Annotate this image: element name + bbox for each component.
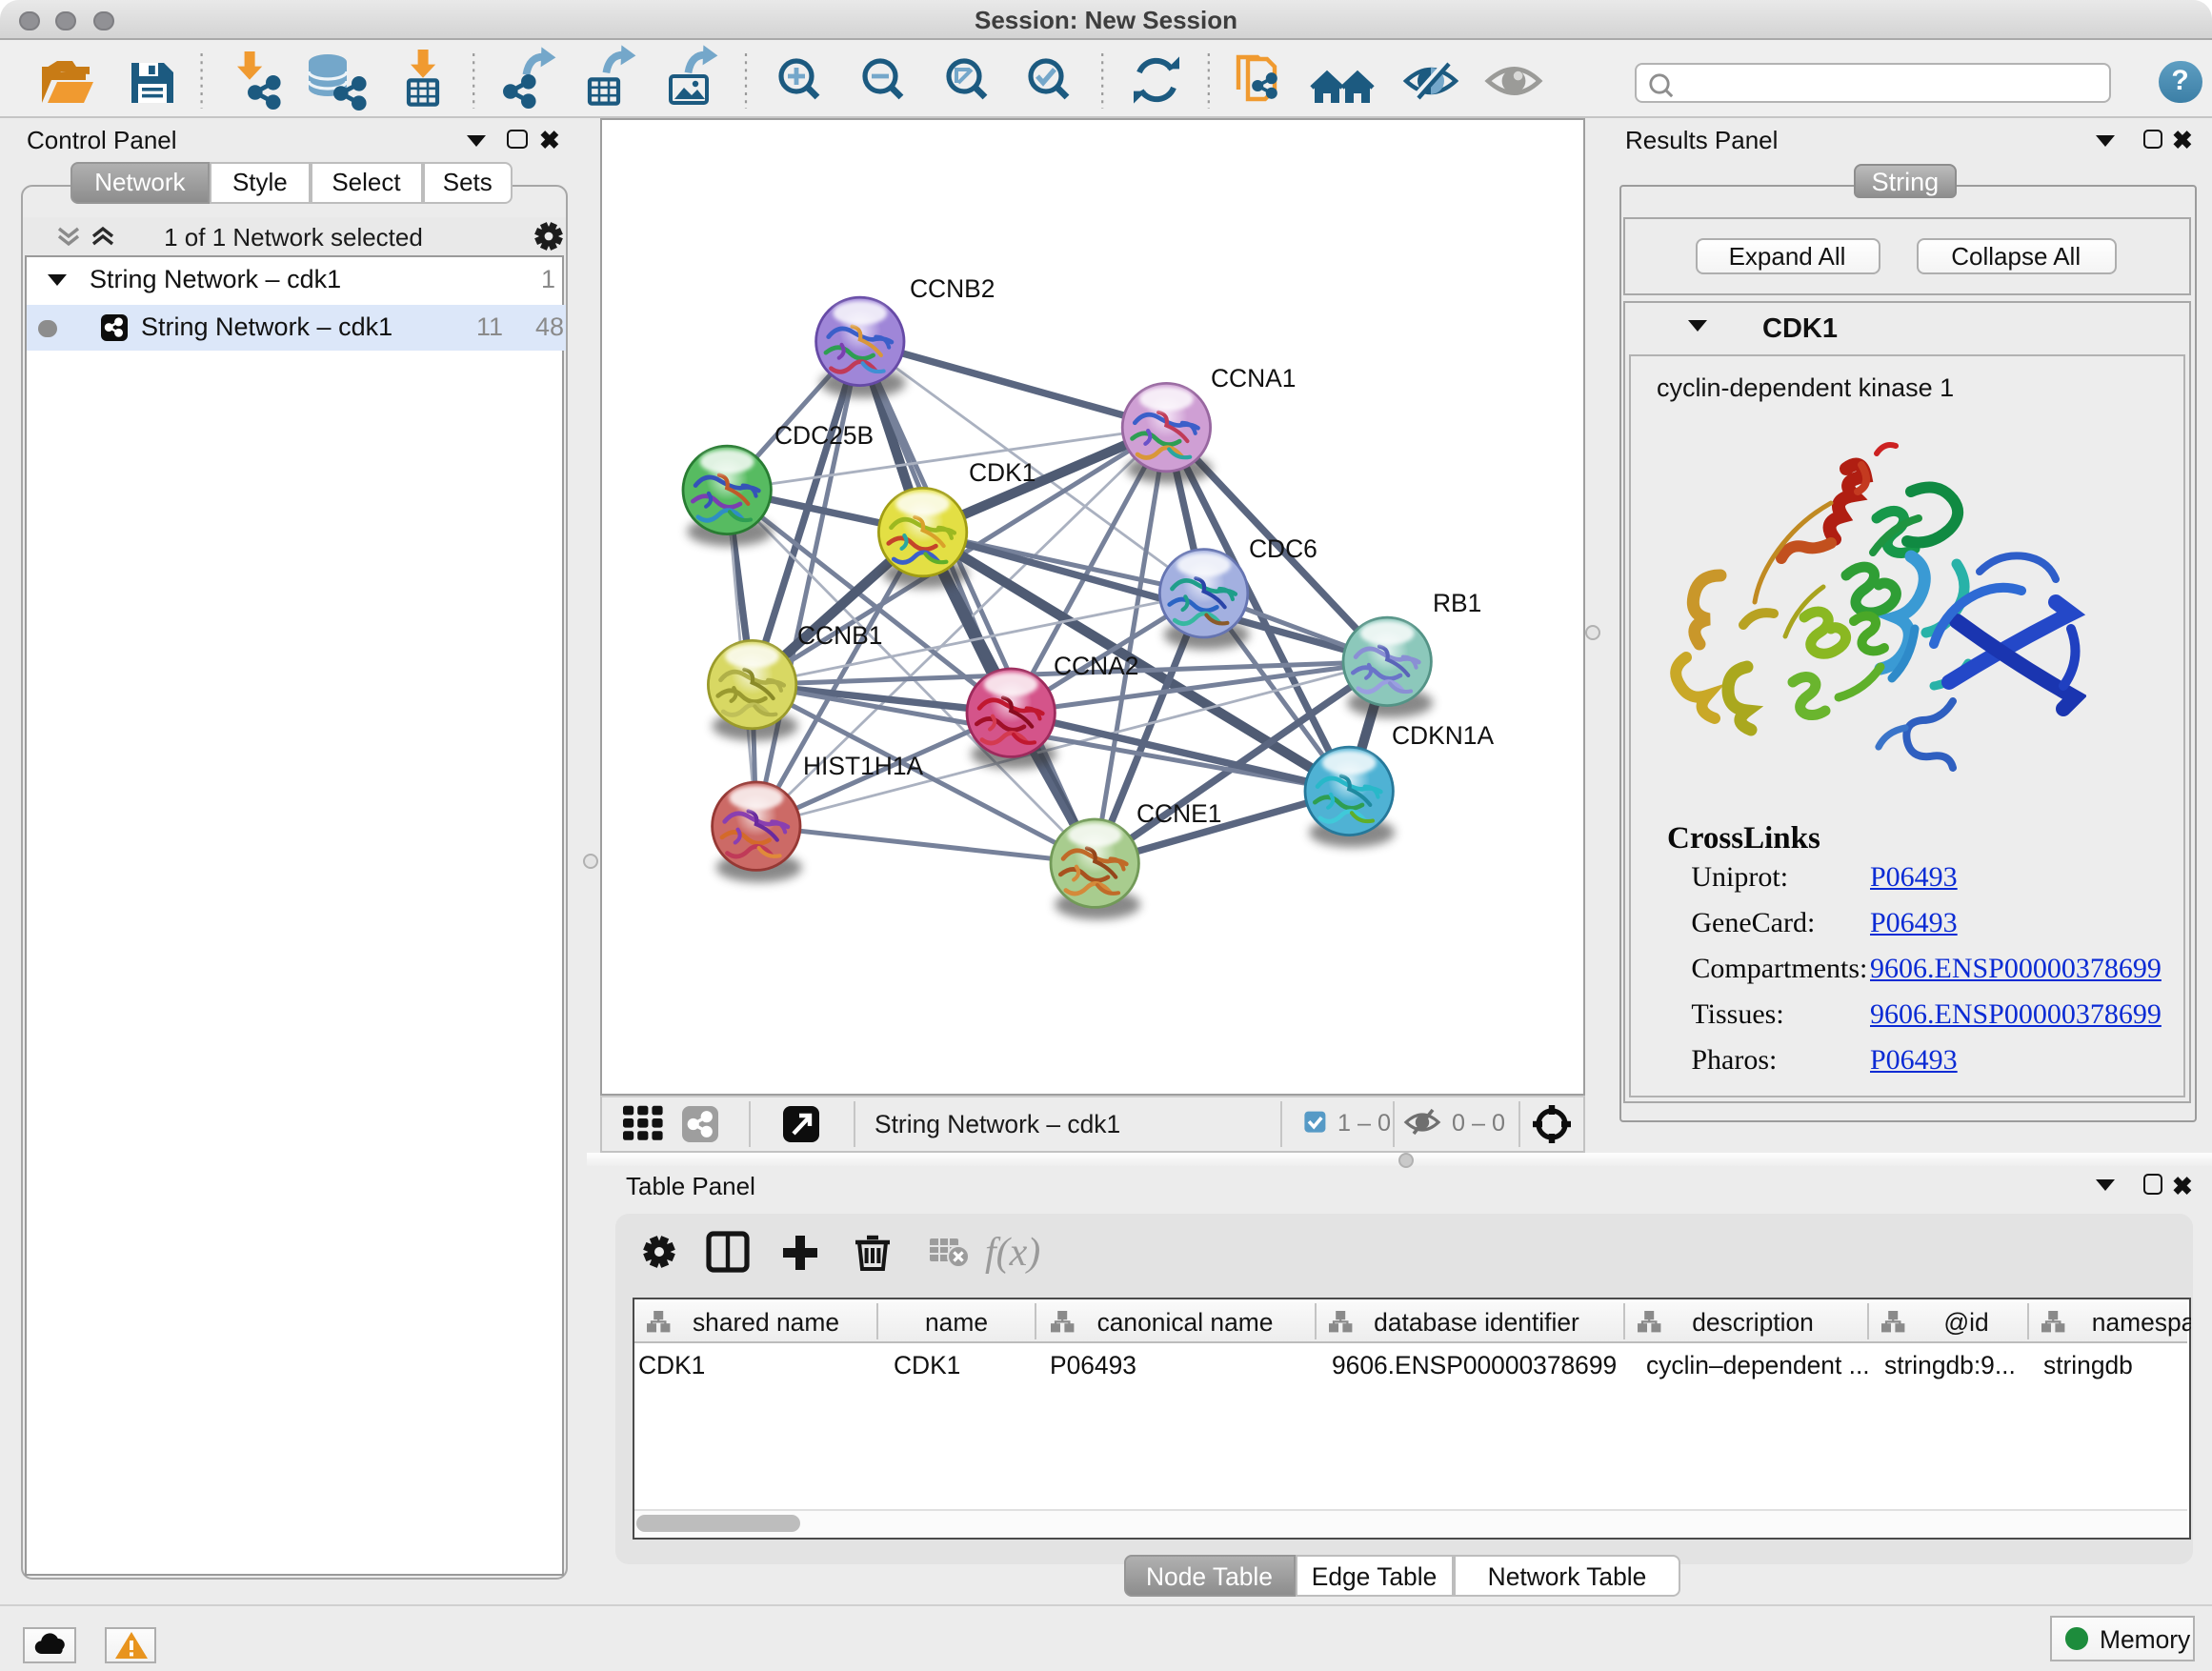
- svg-text:@id: @id: [1942, 1309, 1987, 1338]
- svg-text:description: description: [1691, 1309, 1813, 1338]
- svg-text:CCNA1: CCNA1: [1211, 363, 1296, 392]
- svg-text:CCNB2: CCNB2: [910, 273, 995, 302]
- svg-text:namespace: namespace: [2091, 1309, 2190, 1338]
- svg-text:name: name: [924, 1309, 987, 1338]
- svg-text:CCNA2: CCNA2: [1054, 651, 1138, 679]
- svg-text:database identifier: database identifier: [1373, 1309, 1579, 1338]
- svg-text:f(x): f(x): [985, 1231, 1040, 1275]
- svg-text:canonical name: canonical name: [1096, 1309, 1273, 1338]
- svg-text:CCNB1: CCNB1: [797, 620, 882, 649]
- svg-text:shared name: shared name: [692, 1309, 838, 1338]
- svg-text:RB1: RB1: [1433, 588, 1481, 616]
- svg-text:String Network – cdk1: String Network – cdk1: [875, 1109, 1120, 1137]
- svg-text:CCNE1: CCNE1: [1136, 798, 1221, 827]
- svg-text:CDKN1A: CDKN1A: [1392, 720, 1494, 749]
- svg-text:CDC25B: CDC25B: [774, 420, 874, 449]
- svg-text:0 – 0: 0 – 0: [1452, 1109, 1505, 1136]
- svg-text:1 – 0: 1 – 0: [1337, 1109, 1391, 1136]
- svg-text:HIST1H1A: HIST1H1A: [803, 751, 924, 779]
- svg-text:CDC6: CDC6: [1249, 534, 1317, 562]
- svg-text:CDK1: CDK1: [969, 457, 1036, 486]
